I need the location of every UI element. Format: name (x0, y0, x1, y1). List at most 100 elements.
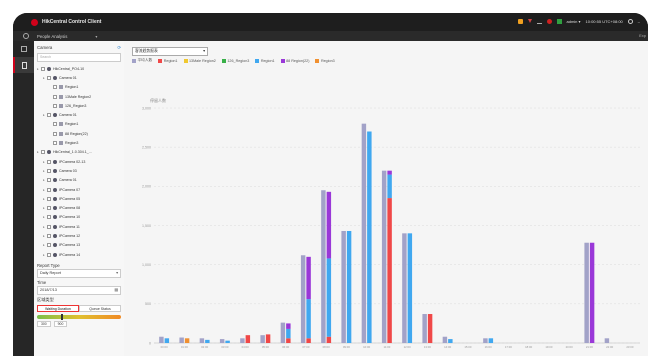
alarm-icon[interactable] (517, 18, 523, 24)
checkbox[interactable] (47, 196, 51, 201)
tree-item[interactable]: ▸ HikCentral_1.0.304.1_... (34, 148, 124, 157)
checkbox[interactable] (47, 233, 51, 238)
checkbox[interactable] (41, 150, 45, 155)
waiting-duration-tab[interactable]: Waiting Duration (37, 305, 79, 313)
bar-average (240, 338, 245, 343)
settings-icon[interactable] (627, 18, 633, 24)
checkbox[interactable] (47, 252, 51, 257)
checkbox[interactable] (47, 178, 51, 183)
checkbox[interactable] (53, 131, 57, 136)
checkbox[interactable] (47, 206, 51, 211)
checkbox[interactable] (47, 215, 51, 220)
y-tick-label: 500 (145, 302, 151, 306)
bar-region (164, 338, 170, 343)
checkbox[interactable] (53, 122, 57, 127)
tree-item-label: Camera 01 (59, 178, 77, 183)
tree-item[interactable]: ▸ IPCamera 05 (34, 194, 124, 203)
range-from-input[interactable]: 300 (37, 321, 51, 328)
report-area: 客流趋势报表 ▾ 平均人数 Region1 13Male Region2 126_Re… (124, 41, 648, 356)
queue-status-tab[interactable]: Queue Status (79, 305, 121, 313)
tree-item[interactable]: Region1 (34, 120, 124, 129)
checkbox[interactable] (47, 75, 51, 80)
tree-item[interactable]: ▸ IPCamera 13 (34, 241, 124, 250)
tree-item[interactable]: ▸ IPCamera 08 (34, 203, 124, 212)
tree-item[interactable]: ▸ Camera 01 (34, 73, 124, 82)
tree-item[interactable]: ▸ Camera 01 (34, 110, 124, 119)
checkbox[interactable] (47, 159, 51, 164)
bar-region (427, 314, 433, 343)
tree-item[interactable]: 126_Region3 (34, 101, 124, 110)
checkbox[interactable] (47, 187, 51, 192)
report-type-value: Daily Report (40, 271, 61, 276)
slider-handle[interactable] (61, 314, 63, 321)
bar-average (280, 322, 286, 343)
x-tick-label: 01:00 (181, 345, 188, 349)
tree-item[interactable]: 88 Region(22) (34, 129, 124, 138)
module-tab[interactable]: People Analysis (37, 34, 67, 39)
user-menu[interactable]: admin ▾ (567, 19, 581, 24)
tree-item-label: Camera 03 (59, 168, 77, 173)
tree-item[interactable]: ▸ IPCamera 10 (34, 213, 124, 222)
chevron-down-icon[interactable]: ▾ (95, 34, 97, 39)
tree-item[interactable]: ▸ IPCamera 12 (34, 231, 124, 240)
duration-slider[interactable] (37, 314, 121, 321)
tree-item[interactable]: ▸ IPCamera 02-13 (34, 157, 124, 166)
bar-region (488, 338, 494, 343)
checkbox[interactable] (53, 141, 57, 146)
checkbox[interactable] (53, 94, 57, 99)
checkbox[interactable] (53, 103, 57, 108)
notification-icon[interactable] (546, 18, 552, 24)
tree-item[interactable]: 13Male Region2 (34, 92, 124, 101)
sidebar-item-report[interactable] (13, 57, 34, 73)
tree-item[interactable]: ▸ IPCamera 14 (34, 250, 124, 259)
module-sidebar (13, 41, 34, 356)
checkbox[interactable] (41, 66, 45, 71)
hik-logo-icon (31, 18, 38, 26)
monitor-frame: HikCentral Control Client admin ▾ 10:00:… (0, 0, 661, 356)
report-type-select[interactable]: Daily Report ▾ (37, 269, 121, 279)
tree-item[interactable]: Region3 (34, 138, 124, 147)
tree-item[interactable]: ▸ Camera 03 (34, 166, 124, 175)
export-button[interactable]: Exp (639, 33, 646, 38)
tree-item[interactable]: ▸ HikCentral_PO4-10 (34, 64, 124, 73)
title-bar: HikCentral Control Client admin ▾ 10:00:… (13, 13, 648, 31)
resource-panel: Camera ⟳ Search ▸ HikCentral_PO4-10 ▸ Camer… (34, 41, 125, 356)
bar-segment (326, 191, 332, 259)
chevron-down-icon: ▾ (116, 271, 118, 276)
filter-icon[interactable] (527, 19, 532, 23)
home-icon[interactable] (23, 33, 29, 39)
titlebar-tools: admin ▾ 10:00:55 UTC+08:00 – (517, 18, 640, 24)
y-tick-label: 0 (149, 341, 151, 345)
bar-average (159, 336, 164, 343)
menu-bar: People Analysis ▾ Exp (13, 31, 648, 41)
y-tick-label: 1,000 (142, 263, 151, 267)
x-tick-label: 21:00 (586, 345, 593, 349)
search-input[interactable]: Search (37, 53, 121, 62)
camera-icon (53, 243, 57, 248)
tree-item-label: IPCamera 02-13 (59, 159, 86, 164)
status-icon[interactable] (556, 18, 562, 24)
checkbox[interactable] (53, 85, 57, 90)
download-icon[interactable] (536, 18, 542, 24)
checkbox[interactable] (47, 224, 51, 229)
tree-item-label: Region1 (65, 122, 79, 127)
site-icon (47, 66, 51, 71)
minimize-icon[interactable]: – (638, 19, 640, 24)
analysis-type-toggle: Waiting Duration Queue Status (37, 305, 121, 313)
tree-item[interactable]: ▸ IPCamera 11 (34, 222, 124, 231)
range-to-input[interactable]: 900 (53, 321, 68, 328)
tree-item[interactable]: Region1 (34, 83, 124, 92)
camera-icon (53, 224, 57, 229)
sidebar-item-overview[interactable] (13, 41, 34, 57)
bar-segment (306, 256, 311, 300)
checkbox[interactable] (47, 113, 51, 118)
tree-item[interactable]: ▸ Camera 01 (34, 176, 124, 185)
y-axis-label: 停留人数 (150, 97, 166, 103)
tree-item[interactable]: ▸ IPCamera 07 (34, 185, 124, 194)
checkbox[interactable] (47, 243, 51, 248)
checkbox[interactable] (47, 168, 51, 173)
refresh-icon[interactable]: ⟳ (117, 45, 121, 51)
bar-average (361, 123, 367, 344)
time-picker[interactable]: 2018/7/13 ▦ (37, 286, 121, 296)
bar-average (219, 339, 225, 343)
